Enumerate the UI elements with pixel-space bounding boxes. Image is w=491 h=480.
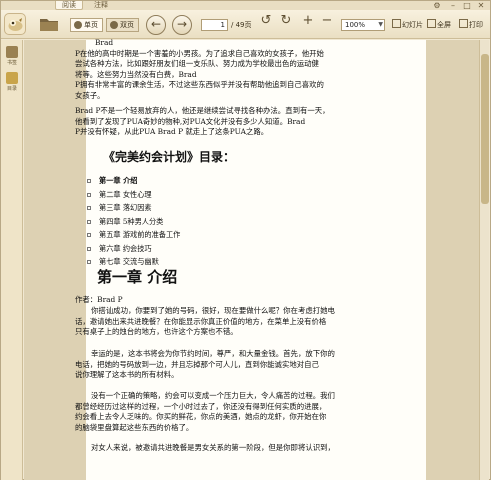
contents-icon <box>6 72 18 84</box>
bullet-icon <box>87 219 91 224</box>
previous-page-button[interactable]: ← <box>146 15 166 35</box>
text-line: 只有桌子上的烛台的地方，也许这个方案也不错。 <box>75 327 238 337</box>
text-line: 话，邀请她出来共进晚餐？在你能显示你真正价值的地方，在菜单上没有价格 <box>75 316 327 326</box>
text-line: 女孩子。 <box>75 90 105 100</box>
text-line: P并没有怀疑，从此PUA Brad P 就走上了这条PUA之路。 <box>75 127 269 137</box>
vertical-scrollbar[interactable] <box>479 40 489 480</box>
chevron-down-icon: ▼ <box>378 21 383 28</box>
toc-item[interactable]: 第四章 5种男人分类 <box>87 215 337 229</box>
double-page-label: 双页 <box>120 21 134 29</box>
chapter-title: 第一章 介绍 <box>97 268 178 286</box>
author-line: 作者：Brad P <box>75 295 123 304</box>
text-line: Brad P不是一个轻易放弃的人，他还是继续尝试寻找各种办法。直到有一天， <box>75 106 330 115</box>
print-label: 打印 <box>469 21 483 29</box>
print-icon <box>459 19 468 28</box>
bullet-icon <box>87 233 91 237</box>
page-total: / 49页 <box>231 21 252 29</box>
slideshow-button[interactable]: 幻灯片 <box>392 19 423 31</box>
paragraph-5: 没有一个正确的策略，约会可以变成一个压力巨大，令人痛苦的过程。我们 都曾经经历过… <box>75 391 375 433</box>
tab-read[interactable]: 阅读 <box>55 1 83 10</box>
toc-item[interactable]: 第六章 约会技巧 <box>87 242 337 256</box>
text-line: 没有一个正确的策略，约会可以变成一个压力巨大，令人痛苦的过程。我们 <box>91 391 335 400</box>
rotate-left-icon[interactable]: ↺ <box>259 14 273 28</box>
text-line: P拥有非常丰富的课余生活，不过这些东西似乎并没有帮助他追到自己喜欢的 <box>75 80 324 90</box>
text-line: 电话，把她的号码放到一边，并且忘掉那个可人儿，直到你能诚实地对自己 <box>75 359 319 369</box>
slideshow-icon <box>392 19 401 28</box>
toc-item-label: 第四章 5种男人分类 <box>99 216 164 226</box>
paragraph-2: Brad P不是一个轻易放弃的人，他还是继续尝试寻找各种办法。直到有一天， 他看… <box>75 106 375 138</box>
menu-icon[interactable]: ⚙ <box>431 1 443 10</box>
paragraph-1: Brad P在他的高中时期是一个害羞的小男孩。为了追求自己喜欢的女孩子，他开始 … <box>75 38 375 102</box>
print-button[interactable]: 打印 <box>459 19 483 31</box>
pdf-reader-window: 阅读 注释 ⚙ – □ ✕ 单页 双页 ← → 1 / 49页 ↺ ↻ + − … <box>0 0 491 480</box>
text-line: 将等。这些努力当然没有白费，Brad <box>75 69 197 79</box>
bookmarks-label: 书签 <box>6 60 17 66</box>
fullscreen-icon <box>427 19 436 28</box>
text-line: 说你理解了这本书的所有材料。 <box>75 370 179 380</box>
close-icon[interactable]: ✕ <box>475 1 487 10</box>
app-logo-icon <box>4 13 26 35</box>
toc-item[interactable]: 第二章 女性心理 <box>87 188 337 202</box>
table-of-contents: 第一章 介绍 第二章 女性心理 第三章 落幻因素 第四章 5种男人分类 第五章 … <box>87 174 337 269</box>
bookmark-icon <box>6 46 18 58</box>
text-line: 他看到了发现了PUA奇妙的物种,对PUA文化并没有多少人知道。Brad <box>75 116 306 126</box>
toc-item-label: 第三章 落幻因素 <box>99 203 152 212</box>
toc-item[interactable]: 第一章 介绍 <box>87 174 337 188</box>
fullscreen-label: 全屏 <box>437 21 451 29</box>
open-file-icon[interactable] <box>39 16 59 32</box>
paragraph-6: 对女人来说，被邀请共进晚餐是男女关系的第一阶段，但是你即将认识到， <box>75 443 375 454</box>
text-line: Brad <box>95 38 114 47</box>
bullet-icon <box>87 179 91 183</box>
scrollbar-thumb[interactable] <box>481 54 489 204</box>
text-line: 幸运的是，这本书将会为你节约时间，尊严，和大量金钱。首先，放下你的 <box>91 349 335 358</box>
text-line: P在他的高中时期是一个害羞的小男孩。为了追求自己喜欢的女孩子，他开始 <box>75 48 324 58</box>
text-line: 对女人来说，被邀请共进晚餐是男女关系的第一阶段，但是你即将认识到， <box>91 443 335 452</box>
zoom-select[interactable]: 100% ▼ <box>341 19 385 31</box>
double-page-icon <box>110 21 118 29</box>
toc-item-label: 第二章 女性心理 <box>99 189 152 199</box>
toc-item-label: 第五章 游戏前的准备工作 <box>99 230 181 239</box>
text-line: 的脑袋里盘算起这些东西的价格了。 <box>75 422 194 432</box>
bullet-icon <box>87 192 91 197</box>
zoom-value: 100% <box>345 21 366 29</box>
single-page-icon <box>74 21 82 29</box>
sidebar-item-bookmarks[interactable]: 书签 <box>3 46 21 66</box>
tab-annotate[interactable]: 注释 <box>87 1 115 10</box>
slideshow-label: 幻灯片 <box>402 21 423 29</box>
text-line: 尝试各种方法，比如跟好朋友们组一支乐队、努力成为学校最出色的运动健 <box>75 59 319 69</box>
toc-heading: 《完美约会计划》目录： <box>103 150 236 164</box>
toc-item[interactable]: 第五章 游戏前的准备工作 <box>87 228 337 242</box>
minimize-icon[interactable]: – <box>447 1 459 10</box>
sidebar: 书签 目录 <box>1 40 23 480</box>
zoom-in-icon[interactable]: + <box>301 14 315 28</box>
next-page-button[interactable]: → <box>172 15 192 35</box>
maximize-icon[interactable]: □ <box>461 1 473 10</box>
bullet-icon <box>87 260 91 264</box>
bullet-icon <box>87 246 91 251</box>
paragraph-4: 幸运的是，这本书将会为你节约时间，尊严，和大量金钱。首先，放下你的 电话，把她的… <box>75 349 375 381</box>
contents-label: 目录 <box>6 86 17 92</box>
toc-item-label: 第七章 交流与幽默 <box>99 257 159 266</box>
single-page-button[interactable]: 单页 <box>70 18 103 32</box>
rotate-right-icon[interactable]: ↻ <box>279 14 293 28</box>
toc-item[interactable]: 第三章 落幻因素 <box>87 201 337 215</box>
page-number-input[interactable]: 1 <box>201 19 228 31</box>
text-line: 约会看上去令人乏味的。你买的鲜花，你点的美酒，她点的龙虾，你开始在你 <box>75 412 327 422</box>
text-line: 都曾经经历过这样的过程，一个小时过去了，你还没有得到任何实质的进展， <box>75 401 327 411</box>
sidebar-item-contents[interactable]: 目录 <box>3 72 21 92</box>
bullet-icon <box>87 206 91 210</box>
zoom-out-icon[interactable]: − <box>320 14 334 28</box>
tab-strip: 阅读 注释 ⚙ – □ ✕ <box>1 1 490 10</box>
arrow-right-icon: → <box>176 17 188 31</box>
single-page-label: 单页 <box>84 21 98 29</box>
text-line: 你搭讪成功，你要到了她的号码，很好，现在要做什么呢？你在考虑打她电 <box>91 306 335 315</box>
arrow-left-icon: ← <box>150 17 162 31</box>
toc-item-label: 第六章 约会技巧 <box>99 243 152 253</box>
double-page-button[interactable]: 双页 <box>106 18 139 32</box>
paragraph-3: 你搭讪成功，你要到了她的号码，很好，现在要做什么呢？你在考虑打她电 话，邀请她出… <box>75 306 375 338</box>
fullscreen-button[interactable]: 全屏 <box>427 19 451 31</box>
toc-item-label: 第一章 介绍 <box>99 176 138 185</box>
